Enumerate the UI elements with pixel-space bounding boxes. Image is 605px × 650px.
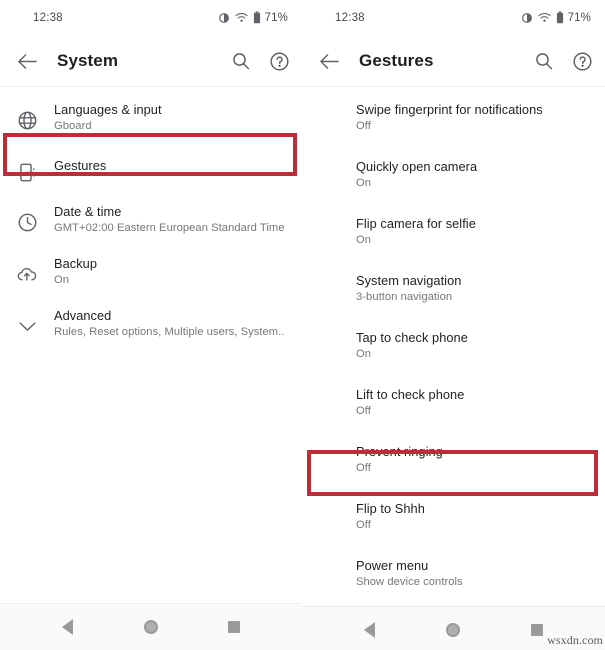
list-item-text: Power menu Show device controls bbox=[356, 557, 593, 590]
watermark-label: wsxdn.com bbox=[547, 633, 603, 647]
back-arrow-icon[interactable] bbox=[5, 39, 49, 83]
list-item-text: Flip to Shhh Off bbox=[356, 500, 593, 533]
wifi-icon bbox=[235, 12, 248, 23]
help-icon[interactable] bbox=[567, 46, 597, 76]
left-appbar-actions bbox=[226, 36, 294, 86]
nav-home-button[interactable] bbox=[132, 608, 170, 646]
list-item-system-navigation[interactable]: System navigation 3-button navigation bbox=[302, 264, 605, 321]
page-title: System bbox=[57, 51, 119, 70]
search-icon[interactable] bbox=[529, 46, 559, 76]
list-item-lift-to-check-phone[interactable]: Lift to check phone Off bbox=[302, 378, 605, 435]
list-item-subtitle: On bbox=[356, 177, 372, 189]
list-item-quickly-open-camera[interactable]: Quickly open camera On bbox=[302, 150, 605, 207]
status-icon-group: 71% bbox=[218, 11, 288, 24]
status-clock: 12:38 bbox=[335, 12, 365, 24]
list-item-text: Quickly open camera On bbox=[356, 158, 593, 191]
list-item-title: System navigation bbox=[356, 273, 462, 288]
search-icon[interactable] bbox=[226, 46, 256, 76]
list-item-title: Backup bbox=[54, 256, 97, 271]
right-phone-panel: 12:38 71% Gestures Swipe fingerprint for… bbox=[302, 0, 605, 650]
list-item-title: Languages & input bbox=[54, 102, 162, 117]
back-arrow-icon[interactable] bbox=[307, 39, 351, 83]
list-item-flip-to-shhh[interactable]: Flip to Shhh Off bbox=[302, 492, 605, 549]
list-item-title: Tap to check phone bbox=[356, 330, 468, 345]
right-appbar-actions bbox=[529, 36, 597, 86]
wifi-icon bbox=[538, 12, 551, 23]
list-item-gestures[interactable]: Gestures bbox=[0, 145, 302, 195]
battery-percent-label: 71% bbox=[567, 11, 591, 24]
list-item-subtitle: On bbox=[356, 234, 372, 246]
nav-back-button[interactable] bbox=[351, 611, 389, 649]
list-item[interactable]: Languages & input Gboard bbox=[0, 93, 302, 145]
list-item-text: Prevent ringing Off bbox=[356, 443, 593, 476]
status-clock: 12:38 bbox=[33, 12, 63, 24]
list-item-power-menu[interactable]: Power menu Show device controls bbox=[302, 549, 605, 606]
right-app-bar: Gestures bbox=[302, 36, 605, 86]
status-icon-group: 71% bbox=[521, 11, 591, 24]
list-item-subtitle: Gboard bbox=[54, 120, 92, 132]
battery-icon bbox=[556, 11, 564, 24]
dual-screenshot-container: 12:38 71% System Languages & input Gboar… bbox=[0, 0, 605, 650]
list-item-title: Flip camera for selfie bbox=[356, 216, 476, 231]
dnd-icon bbox=[521, 12, 533, 24]
chevron-down-icon bbox=[0, 307, 54, 341]
battery-icon bbox=[253, 11, 261, 24]
list-item[interactable]: Date & time GMT+02:00 Eastern European S… bbox=[0, 195, 302, 247]
list-item-subtitle: Rules, Reset options, Multiple users, Sy… bbox=[54, 326, 285, 338]
list-item-title: Power menu bbox=[356, 558, 429, 573]
left-app-bar: System bbox=[0, 36, 302, 86]
list-item-subtitle: Off bbox=[356, 405, 371, 417]
list-item-subtitle: 3-button navigation bbox=[356, 291, 453, 303]
list-item-text: Swipe fingerprint for notifications Off bbox=[356, 101, 593, 134]
globe-icon bbox=[0, 101, 54, 135]
left-phone-panel: 12:38 71% System Languages & input Gboar… bbox=[0, 0, 302, 650]
list-item-subtitle: Off bbox=[356, 462, 371, 474]
clock-icon bbox=[0, 203, 54, 237]
list-item-subtitle: On bbox=[54, 274, 70, 286]
list-item-title: Advanced bbox=[54, 308, 112, 323]
dnd-icon bbox=[218, 12, 230, 24]
cloud-upload-icon bbox=[0, 255, 54, 289]
nav-back-button[interactable] bbox=[49, 608, 87, 646]
list-item-title: Swipe fingerprint for notifications bbox=[356, 102, 543, 117]
nav-recents-button[interactable] bbox=[215, 608, 253, 646]
list-item-title: Gestures bbox=[54, 158, 107, 173]
list-item-subtitle: Off bbox=[356, 120, 371, 132]
list-item-text: Tap to check phone On bbox=[356, 329, 593, 362]
left-status-bar: 12:38 71% bbox=[0, 0, 302, 36]
gesture-phone-icon bbox=[0, 153, 54, 187]
list-item-advanced[interactable]: Advanced Rules, Reset options, Multiple … bbox=[0, 299, 302, 351]
list-item-text: Languages & input Gboard bbox=[54, 101, 290, 134]
list-item-text: Backup On bbox=[54, 255, 290, 288]
list-item-flip-camera-for-selfie[interactable]: Flip camera for selfie On bbox=[302, 207, 605, 264]
left-nav-bar bbox=[0, 603, 302, 650]
list-item-title: Quickly open camera bbox=[356, 159, 478, 174]
list-item-text: Advanced Rules, Reset options, Multiple … bbox=[54, 307, 290, 340]
nav-home-button[interactable] bbox=[434, 611, 472, 649]
battery-percent-label: 71% bbox=[264, 11, 288, 24]
list-item-text: Flip camera for selfie On bbox=[356, 215, 593, 248]
right-status-bar: 12:38 71% bbox=[302, 0, 605, 36]
list-item[interactable]: Backup On bbox=[0, 247, 302, 299]
help-icon[interactable] bbox=[264, 46, 294, 76]
list-item-tap-to-check-phone[interactable]: Tap to check phone On bbox=[302, 321, 605, 378]
list-item-title: Flip to Shhh bbox=[356, 501, 425, 516]
left-settings-list: Languages & input Gboard Gestures Date &… bbox=[0, 87, 302, 603]
page-title: Gestures bbox=[359, 51, 434, 70]
list-item-text: Gestures bbox=[54, 153, 290, 174]
list-item-text: Lift to check phone Off bbox=[356, 386, 593, 419]
list-item-swipe-fingerprint[interactable]: Swipe fingerprint for notifications Off bbox=[302, 93, 605, 150]
list-item-title: Lift to check phone bbox=[356, 387, 465, 402]
list-item-subtitle: On bbox=[356, 348, 372, 360]
list-item-title: Date & time bbox=[54, 204, 122, 219]
list-item-prevent-ringing[interactable]: Prevent ringing Off bbox=[302, 435, 605, 492]
list-item-text: Date & time GMT+02:00 Eastern European S… bbox=[54, 203, 290, 236]
list-item-text: System navigation 3-button navigation bbox=[356, 272, 593, 305]
gestures-settings-list: Swipe fingerprint for notifications Off … bbox=[302, 87, 605, 606]
list-item-title: Prevent ringing bbox=[356, 444, 443, 459]
list-item-subtitle: Show device controls bbox=[356, 576, 463, 588]
list-item-subtitle: Off bbox=[356, 519, 371, 531]
list-item-subtitle: GMT+02:00 Eastern European Standard Time bbox=[54, 222, 285, 234]
